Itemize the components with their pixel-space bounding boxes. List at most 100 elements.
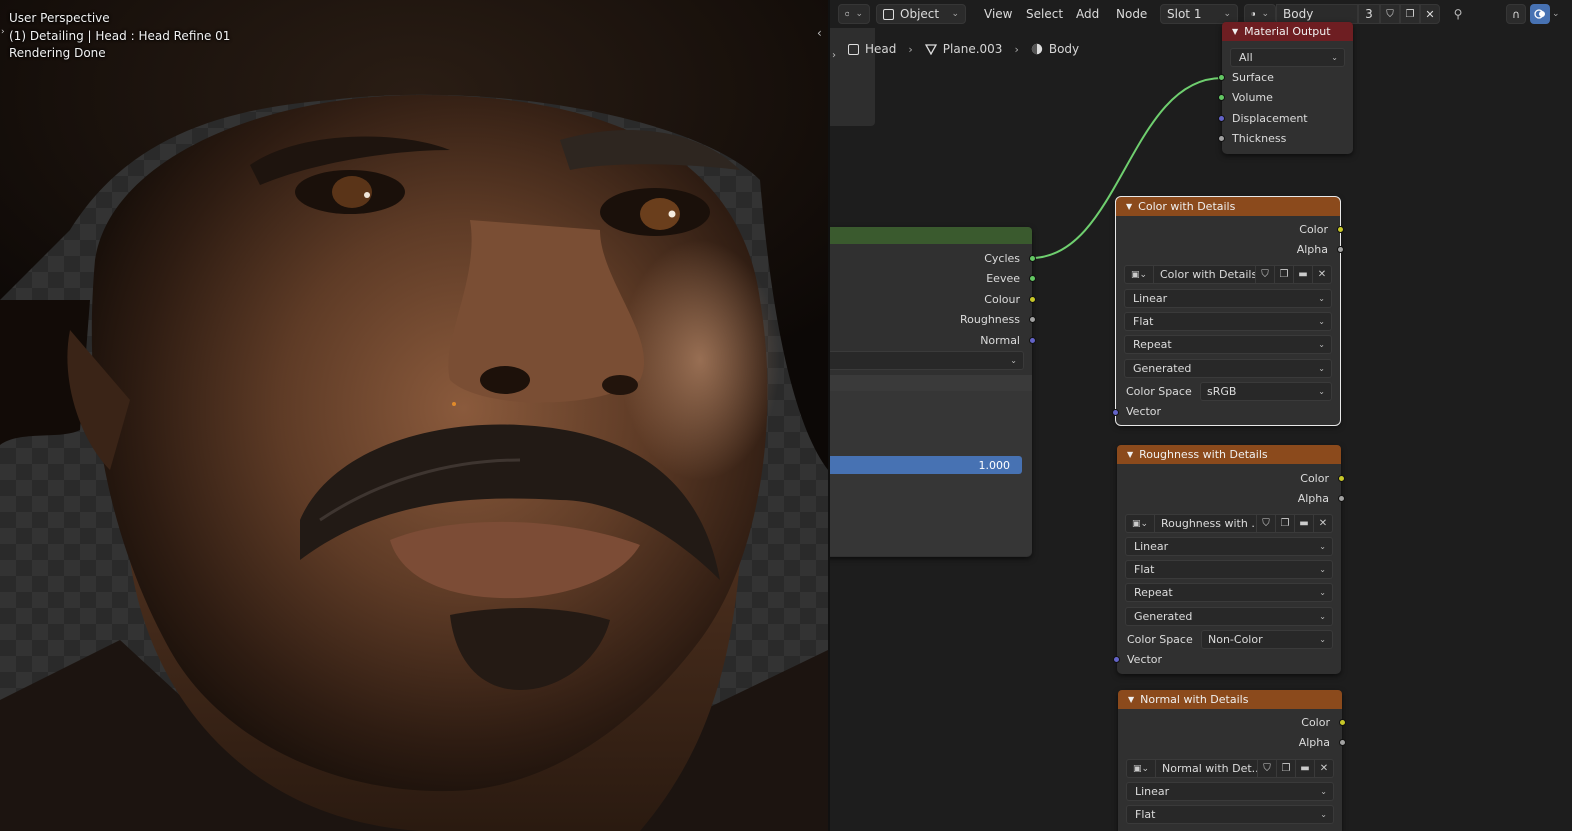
socket-vector[interactable] — [1112, 409, 1119, 416]
output-colour: Colour — [984, 292, 1020, 306]
node-image-texture-normal[interactable]: ▼ Normal with Details Color Alpha ▣⌄ Nor… — [1118, 690, 1346, 831]
3d-viewport[interactable]: User Perspective (1) Detailing | Head : … — [0, 0, 828, 831]
open-image-button[interactable]: ▬ — [1294, 265, 1313, 284]
socket-thickness[interactable] — [1218, 135, 1225, 142]
interpolation-dropdown[interactable]: Linear ⌄ — [1125, 537, 1333, 556]
colorspace-dropdown[interactable]: sRGB ⌄ — [1200, 382, 1332, 401]
node-header[interactable]: ▼ Roughness with Details — [1117, 445, 1341, 464]
image-browse-button[interactable]: ▣⌄ — [1125, 514, 1155, 533]
socket-normal[interactable] — [1029, 337, 1036, 344]
collapse-triangle-icon[interactable]: ▼ — [1126, 202, 1132, 211]
expand-panel-icon[interactable]: › — [832, 50, 836, 61]
collapse-triangle-icon[interactable]: ▼ — [1232, 27, 1238, 36]
source-dropdown[interactable]: Generated ⌄ — [1125, 607, 1333, 626]
socket-volume[interactable] — [1218, 94, 1225, 101]
overlay-dropdown[interactable]: ⌄ — [1550, 4, 1564, 24]
output-roughness: Roughness — [959, 312, 1020, 326]
node-title: Roughness with Details — [1139, 448, 1268, 461]
group-dropdown[interactable]: ⌄ — [830, 351, 1024, 370]
extension-dropdown[interactable]: Repeat ⌄ — [1125, 583, 1333, 602]
collapse-triangle-icon[interactable]: ▼ — [1127, 450, 1133, 459]
chevron-down-icon: ⌄ — [1261, 9, 1269, 19]
unlink-image-button[interactable]: ✕ — [1315, 759, 1334, 778]
shader-node-editor[interactable]: ⌄ Object ⌄ View Select Add Node Slot 1 ⌄… — [830, 0, 1572, 831]
node-material-output[interactable]: ▼ Material Output All ⌄ Surface Volume D… — [1218, 22, 1353, 154]
object-info-label: (1) Detailing | Head : Head Refine 01 — [9, 29, 231, 43]
fake-user-button[interactable]: ⛉ — [1257, 514, 1276, 533]
unlink-material-button[interactable]: ✕ — [1420, 4, 1440, 24]
material-browse-button[interactable]: ⌄ — [1244, 4, 1276, 24]
duplicate-image-button[interactable]: ❐ — [1275, 265, 1294, 284]
socket-surface[interactable] — [1218, 74, 1225, 81]
image-browse-button[interactable]: ▣⌄ — [1124, 265, 1154, 284]
input-thickness: Thickness — [1232, 131, 1287, 145]
material-output-header[interactable]: ▼ Material Output — [1222, 22, 1353, 41]
collapse-triangle-icon[interactable]: ▼ — [1128, 695, 1134, 704]
open-image-button[interactable]: ▬ — [1295, 514, 1314, 533]
node-header[interactable]: ▼ Normal with Details — [1118, 690, 1342, 709]
sidebar-toggle-icon[interactable]: ‹ — [817, 26, 822, 40]
node-image-texture-color[interactable]: ▼ Color with Details Color Alpha ▣⌄ Colo… — [1112, 196, 1344, 426]
socket-alpha[interactable] — [1338, 495, 1345, 502]
panel-header-strip — [830, 375, 1032, 391]
shader-type-dropdown[interactable]: Object ⌄ — [876, 4, 966, 24]
slot-dropdown[interactable]: Slot 1 ⌄ — [1160, 4, 1238, 24]
socket-roughness[interactable] — [1029, 316, 1036, 323]
socket-color[interactable] — [1338, 475, 1345, 482]
socket-vector[interactable] — [1113, 656, 1120, 663]
group-node-shader[interactable]: Cycles Eevee Colour Roughness Normal ⌄ 1… — [830, 227, 1036, 557]
material-users-count[interactable]: 3 — [1358, 4, 1380, 24]
material-name-field[interactable]: Body — [1276, 4, 1358, 24]
image-browse-button[interactable]: ▣⌄ — [1126, 759, 1156, 778]
interpolation-dropdown[interactable]: Linear ⌄ — [1126, 782, 1334, 801]
fake-user-button[interactable]: ⛉ — [1380, 4, 1400, 24]
pin-button[interactable]: ⚲ — [1448, 4, 1468, 24]
editor-header: ⌄ Object ⌄ View Select Add Node Slot 1 ⌄… — [830, 0, 1572, 28]
socket-alpha[interactable] — [1337, 246, 1344, 253]
fake-user-button[interactable]: ⛉ — [1258, 759, 1277, 778]
extension-dropdown[interactable]: Repeat ⌄ — [1124, 335, 1332, 354]
menu-select[interactable]: Select — [1020, 4, 1069, 24]
group-node-header[interactable] — [830, 227, 1032, 244]
node-header[interactable]: ▼ Color with Details — [1116, 197, 1340, 216]
socket-eevee[interactable] — [1029, 275, 1036, 282]
projection-dropdown[interactable]: Flat ⌄ — [1125, 560, 1333, 579]
toolbar-expand-icon[interactable]: › — [1, 27, 5, 37]
image-name-field[interactable]: Color with Details — [1154, 265, 1256, 284]
breadcrumb-mesh[interactable]: Plane.003 — [943, 42, 1003, 56]
menu-view[interactable]: View — [978, 4, 1018, 24]
chevron-down-icon: ⌄ — [1010, 356, 1017, 365]
factor-slider[interactable]: 1.000 — [830, 456, 1022, 474]
duplicate-image-button[interactable]: ❐ — [1276, 514, 1295, 533]
menu-node[interactable]: Node — [1110, 4, 1153, 24]
chevron-down-icon: ⌄ — [1319, 565, 1326, 574]
open-image-button[interactable]: ▬ — [1296, 759, 1315, 778]
socket-displacement[interactable] — [1218, 115, 1225, 122]
breadcrumb-object[interactable]: Head — [865, 42, 896, 56]
fake-user-button[interactable]: ⛉ — [1256, 265, 1275, 284]
projection-dropdown[interactable]: Flat ⌄ — [1124, 312, 1332, 331]
menu-add[interactable]: Add — [1070, 4, 1105, 24]
duplicate-material-button[interactable]: ❐ — [1400, 4, 1420, 24]
node-image-texture-roughness[interactable]: ▼ Roughness with Details Color Alpha ▣⌄ … — [1113, 445, 1345, 674]
target-dropdown[interactable]: All ⌄ — [1230, 48, 1345, 67]
unlink-image-button[interactable]: ✕ — [1313, 265, 1332, 284]
editor-type-selector[interactable]: ⌄ — [838, 4, 870, 24]
socket-cycles[interactable] — [1029, 255, 1036, 262]
projection-dropdown[interactable]: Flat ⌄ — [1126, 805, 1334, 824]
chevron-down-icon: ⌄ — [1319, 542, 1326, 551]
socket-color[interactable] — [1339, 719, 1346, 726]
unlink-image-button[interactable]: ✕ — [1314, 514, 1333, 533]
socket-alpha[interactable] — [1339, 739, 1346, 746]
source-dropdown[interactable]: Generated ⌄ — [1124, 359, 1332, 378]
image-name-field[interactable]: Normal with Det... — [1156, 759, 1258, 778]
snap-toggle[interactable]: ∩ — [1506, 4, 1526, 24]
socket-colour[interactable] — [1029, 296, 1036, 303]
socket-color[interactable] — [1337, 226, 1344, 233]
duplicate-image-button[interactable]: ❐ — [1277, 759, 1296, 778]
interpolation-dropdown[interactable]: Linear ⌄ — [1124, 289, 1332, 308]
breadcrumb-material[interactable]: Body — [1049, 42, 1079, 56]
colorspace-dropdown[interactable]: Non-Color ⌄ — [1201, 630, 1333, 649]
image-name-field[interactable]: Roughness with ... — [1155, 514, 1257, 533]
overlay-toggle[interactable] — [1530, 4, 1550, 24]
